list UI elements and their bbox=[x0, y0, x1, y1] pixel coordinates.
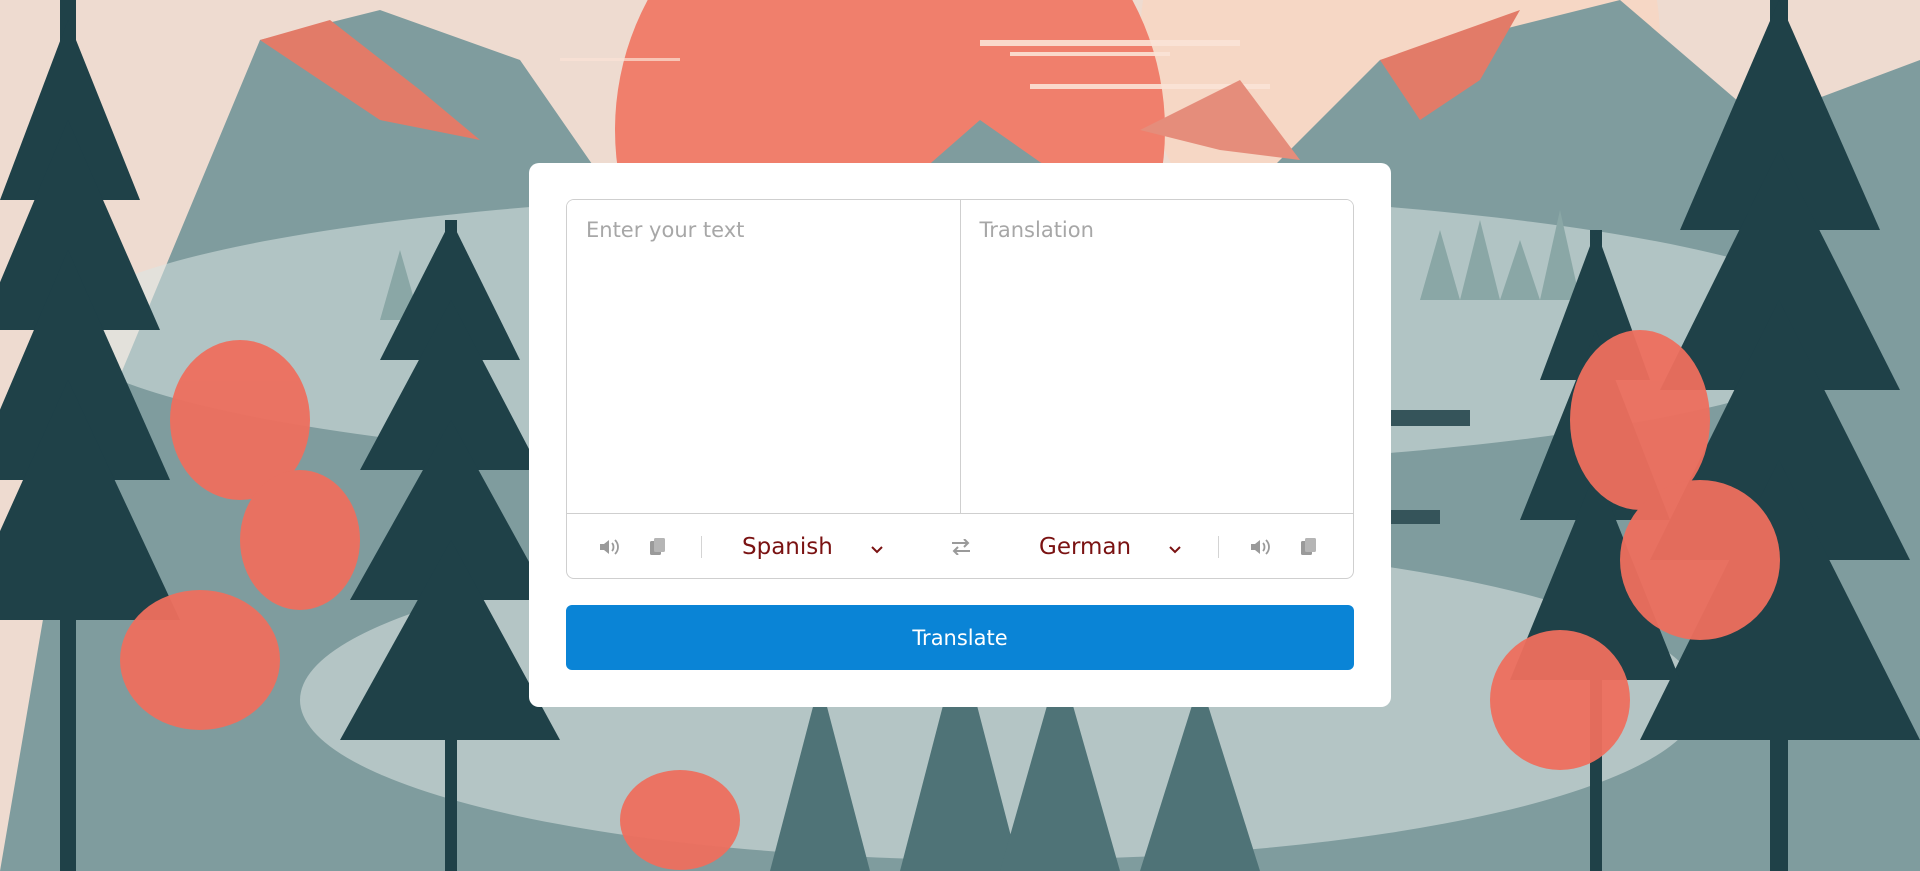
translator-wrapper: Spanish German bbox=[566, 199, 1354, 579]
copy-icon[interactable] bbox=[1296, 534, 1322, 560]
chevron-down-icon bbox=[1169, 534, 1181, 560]
divider bbox=[701, 536, 702, 558]
source-language-label: Spanish bbox=[742, 533, 833, 560]
chevron-down-icon bbox=[871, 534, 883, 560]
speaker-icon[interactable] bbox=[1248, 534, 1274, 560]
source-text-input[interactable] bbox=[567, 200, 960, 513]
controls-bar: Spanish German bbox=[567, 514, 1353, 578]
copy-icon[interactable] bbox=[645, 534, 671, 560]
target-icons bbox=[1248, 514, 1322, 578]
source-icons bbox=[597, 514, 671, 578]
target-language-select[interactable]: German bbox=[1039, 514, 1181, 578]
source-language-select[interactable]: Spanish bbox=[742, 514, 883, 578]
divider bbox=[1218, 536, 1219, 558]
translation-output[interactable] bbox=[959, 200, 1353, 513]
swap-control bbox=[948, 514, 974, 578]
swap-icon[interactable] bbox=[948, 534, 974, 560]
target-language-label: German bbox=[1039, 533, 1132, 560]
text-input-area bbox=[567, 200, 1353, 514]
translator-card: Spanish German bbox=[529, 163, 1391, 707]
translate-button[interactable]: Translate bbox=[566, 605, 1354, 670]
speaker-icon[interactable] bbox=[597, 534, 623, 560]
